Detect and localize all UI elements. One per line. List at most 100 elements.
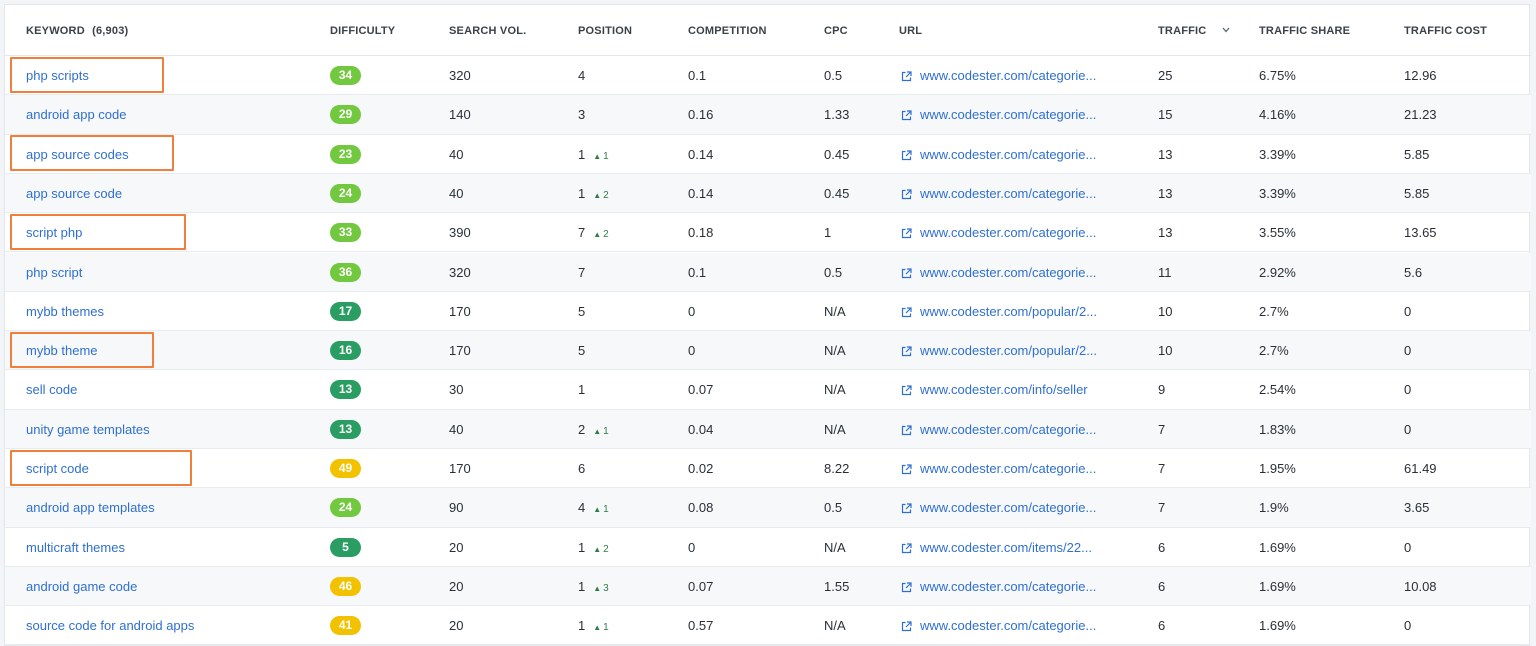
url-link[interactable]: www.codester.com/categorie...: [920, 225, 1096, 240]
search-volume: 140: [449, 107, 471, 123]
search-volume: 170: [449, 343, 471, 359]
keyword-link[interactable]: unity game templates: [26, 422, 150, 437]
difficulty-badge: 5: [330, 537, 361, 557]
keyword-link[interactable]: mybb theme: [26, 343, 98, 358]
keyword-link[interactable]: mybb themes: [26, 304, 104, 319]
traffic-cost-value: 0: [1404, 382, 1412, 398]
url-link[interactable]: www.codester.com/items/22...: [920, 540, 1092, 555]
position-change: ▲ 1: [593, 504, 609, 516]
external-link-icon[interactable]: [901, 305, 912, 317]
keyword-link[interactable]: app source code: [26, 186, 122, 201]
external-link-icon[interactable]: [901, 383, 912, 396]
traffic-share-value: 6.75%: [1259, 68, 1296, 83]
search-volume: 40: [449, 185, 464, 201]
traffic-cost-value: 61.49: [1404, 461, 1437, 476]
cpc-value: N/A: [824, 343, 846, 359]
url-link[interactable]: www.codester.com/categorie...: [920, 68, 1096, 83]
keyword-link[interactable]: android app code: [26, 107, 126, 122]
keyword-link[interactable]: sell code: [26, 382, 77, 397]
external-link-icon[interactable]: [901, 226, 912, 239]
column-header-traffic[interactable]: TRAFFIC: [1158, 25, 1230, 37]
keyword-link[interactable]: android app templates: [26, 500, 155, 515]
keyword-link[interactable]: source code for android apps: [26, 618, 194, 633]
traffic-value: 7: [1158, 461, 1166, 476]
url-link[interactable]: www.codester.com/categorie...: [920, 422, 1096, 437]
cpc-value: 0.5: [824, 264, 843, 280]
keyword-link[interactable]: script php: [26, 225, 82, 240]
url-link[interactable]: www.codester.com/info/seller: [920, 382, 1088, 397]
traffic-value: 7: [1158, 500, 1166, 516]
keyword-link[interactable]: php script: [26, 265, 82, 280]
external-link-icon[interactable]: [901, 462, 912, 475]
difficulty-badge: 17: [330, 301, 361, 321]
url-link[interactable]: www.codester.com/categorie...: [920, 461, 1096, 476]
url-link[interactable]: www.codester.com/categorie...: [920, 265, 1096, 280]
search-volume: 20: [449, 539, 464, 555]
column-header-competition[interactable]: COMPETITION: [688, 25, 767, 37]
external-link-icon[interactable]: [901, 501, 912, 514]
url-link[interactable]: www.codester.com/popular/2...: [920, 304, 1097, 319]
url-link[interactable]: www.codester.com/categorie...: [920, 186, 1096, 201]
external-link-icon[interactable]: [901, 187, 912, 199]
cpc-value: 0.45: [824, 185, 850, 201]
position-value: 1: [578, 618, 586, 634]
keyword-link[interactable]: script code: [26, 461, 89, 476]
url-link[interactable]: www.codester.com/categorie...: [920, 107, 1096, 122]
position-cell: 7: [578, 265, 585, 280]
external-link-icon[interactable]: [901, 580, 912, 592]
traffic-value: 25: [1158, 68, 1173, 83]
column-header-keyword[interactable]: KEYWORD (6,903): [26, 25, 128, 37]
position-value: 6: [578, 461, 586, 476]
difficulty-badge: 24: [330, 498, 361, 518]
cpc-value: 8.22: [824, 461, 850, 476]
external-link-icon[interactable]: [901, 266, 912, 278]
difficulty-badge: 13: [330, 380, 361, 400]
position-value: 5: [578, 343, 586, 359]
position-cell: 1: [578, 382, 585, 397]
external-link-icon[interactable]: [901, 148, 912, 160]
external-link-icon[interactable]: [901, 69, 912, 82]
keyword-link[interactable]: android game code: [26, 579, 137, 594]
keyword-link[interactable]: php scripts: [26, 68, 89, 83]
competition-value: 0.14: [688, 146, 714, 162]
external-link-icon[interactable]: [901, 423, 912, 435]
competition-value: 0.1: [688, 68, 707, 83]
column-header-position[interactable]: POSITION: [578, 25, 632, 37]
search-volume: 30: [449, 382, 464, 398]
url-link[interactable]: www.codester.com/categorie...: [920, 500, 1096, 515]
arrow-up-icon: ▲: [593, 505, 602, 515]
column-header-traffic-share[interactable]: TRAFFIC SHARE: [1259, 25, 1350, 37]
column-header-url[interactable]: URL: [899, 25, 922, 37]
column-header-cpc[interactable]: CPC: [824, 25, 848, 37]
cpc-value: N/A: [824, 421, 846, 437]
traffic-cost-value: 0: [1404, 343, 1412, 359]
table-row: android game code 46 20 1 ▲ 3 0.07 1.55 www.code…: [5, 566, 1531, 607]
search-volume: 20: [449, 578, 464, 594]
chevron-down-icon[interactable]: [1222, 25, 1230, 35]
column-header-traffic-cost[interactable]: TRAFFIC COST: [1404, 25, 1487, 37]
url-link[interactable]: www.codester.com/categorie...: [920, 147, 1096, 162]
url-link[interactable]: www.codester.com/categorie...: [920, 618, 1096, 633]
column-header-search-volume[interactable]: SEARCH VOL.: [449, 25, 526, 37]
difficulty-badge: 46: [330, 576, 361, 596]
keyword-link[interactable]: multicraft themes: [26, 540, 125, 555]
external-link-icon[interactable]: [901, 541, 912, 553]
competition-value: 0.08: [688, 500, 714, 516]
column-header-difficulty[interactable]: DIFFICULTY: [330, 25, 395, 37]
traffic-cost-value: 5.85: [1404, 146, 1430, 162]
traffic-value: 10: [1158, 343, 1173, 359]
position-cell: 5: [578, 343, 585, 358]
position-value: 4: [578, 68, 586, 83]
external-link-icon[interactable]: [901, 344, 912, 357]
keyword-link[interactable]: app source codes: [26, 147, 129, 162]
url-link[interactable]: www.codester.com/categorie...: [920, 579, 1096, 594]
difficulty-badge: 49: [330, 459, 361, 478]
url-link[interactable]: www.codester.com/popular/2...: [920, 343, 1097, 358]
position-value: 1: [578, 382, 586, 398]
external-link-icon[interactable]: [901, 619, 912, 632]
traffic-share-value: 2.92%: [1259, 264, 1296, 280]
external-link-icon[interactable]: [901, 108, 912, 121]
cpc-value: 1.55: [824, 578, 850, 594]
competition-value: 0.04: [688, 421, 714, 437]
arrow-up-icon: ▲: [593, 583, 602, 593]
